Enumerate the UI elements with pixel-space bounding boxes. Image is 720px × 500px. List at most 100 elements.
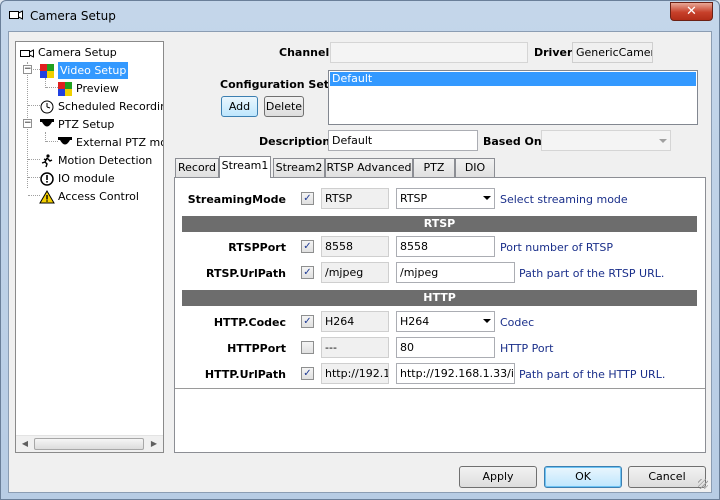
scroll-right-icon[interactable]: ▶: [146, 438, 162, 450]
tree-horizontal-scrollbar[interactable]: ◀ ▶: [16, 435, 163, 452]
tree-item-preview[interactable]: Preview: [57, 80, 119, 97]
scroll-thumb[interactable]: [34, 438, 144, 450]
close-button[interactable]: ✕: [670, 2, 713, 21]
video-grid-icon: [40, 63, 54, 78]
running-person-icon: [41, 153, 53, 167]
scroll-left-icon[interactable]: ◀: [17, 438, 33, 450]
tree-item-label: Video Setup: [58, 62, 129, 79]
rtsp-port-current: 8558: [321, 236, 389, 257]
http-port-checkbox[interactable]: [301, 341, 314, 354]
description-input[interactable]: Default: [328, 130, 478, 151]
http-section-header: HTTP: [182, 290, 697, 306]
tree-item-camera-setup[interactable]: Camera Setup: [19, 44, 117, 61]
tree-item-label: IO module: [58, 172, 115, 185]
based-on-label: Based On: [483, 135, 542, 148]
tab-record[interactable]: Record: [175, 158, 219, 177]
rtsp-urlpath-input[interactable]: /mjpeg: [396, 262, 515, 283]
tab-rtsp-advanced[interactable]: RTSP Advanced: [325, 158, 413, 177]
http-codec-label: HTTP.Codec: [213, 316, 286, 329]
exclamation-circle-icon: [40, 171, 54, 186]
list-item[interactable]: Default: [330, 72, 696, 86]
http-port-input[interactable]: 80: [396, 337, 495, 358]
cancel-button[interactable]: Cancel: [628, 466, 706, 488]
panel-divider: [175, 388, 705, 389]
http-codec-select[interactable]: H264: [396, 311, 495, 332]
tree-expander[interactable]: −: [23, 65, 32, 74]
http-port-label: HTTPPort: [227, 342, 286, 355]
tab-stream2[interactable]: Stream2: [273, 158, 325, 177]
tree-item-label: Motion Detection: [58, 154, 153, 167]
rtsp-urlpath-current: /mjpeg: [321, 262, 389, 283]
tree-item-scheduled-recording[interactable]: Scheduled Recording: [39, 98, 164, 115]
http-port-hint: HTTP Port: [500, 342, 554, 355]
tree-item-ptz-setup[interactable]: PTZ Setup: [39, 116, 114, 133]
tree-item-label: External PTZ module: [76, 136, 163, 149]
add-button[interactable]: Add: [221, 96, 258, 117]
streaming-mode-hint: Select streaming mode: [500, 193, 628, 206]
dome-camera-icon: [40, 118, 54, 126]
http-port-current: ---: [321, 337, 389, 358]
based-on-select[interactable]: [541, 130, 671, 151]
rtsp-port-hint: Port number of RTSP: [500, 241, 614, 254]
clock-icon: [40, 100, 54, 113]
camera-setup-window: Camera Setup ✕ − − Camera Setup Video Se…: [0, 0, 720, 500]
tree-item-external-ptz-module[interactable]: External PTZ module: [57, 134, 163, 151]
tree-expander[interactable]: −: [23, 119, 32, 128]
tree-item-io-module[interactable]: IO module: [39, 170, 115, 187]
streaming-mode-value: RTSP: [400, 192, 428, 205]
http-urlpath-hint: Path part of the HTTP URL.: [519, 368, 666, 381]
configuration-sets-label: Configuration Sets: [220, 78, 336, 91]
http-codec-checkbox[interactable]: ✓: [301, 315, 314, 328]
tree-item-label: PTZ Setup: [58, 118, 115, 131]
streaming-mode-label: StreamingMode: [187, 193, 286, 206]
http-codec-hint: Codec: [500, 316, 535, 329]
chevron-down-icon: [483, 196, 491, 200]
streaming-mode-current: RTSP: [321, 188, 389, 209]
http-urlpath-checkbox[interactable]: ✓: [301, 367, 314, 380]
tree-item-access-control[interactable]: Access Control: [39, 188, 139, 205]
window-title: Camera Setup: [30, 9, 116, 23]
channel-label: Channel: [279, 46, 330, 59]
description-label: Description: [259, 135, 331, 148]
camera-icon: [9, 10, 23, 20]
tab-ptz[interactable]: PTZ: [413, 158, 455, 177]
tree-item-video-setup[interactable]: Video Setup: [39, 62, 129, 79]
chevron-down-icon: [659, 139, 667, 143]
warning-triangle-icon: [39, 189, 55, 203]
apply-button[interactable]: Apply: [459, 466, 537, 488]
rtsp-urlpath-checkbox[interactable]: ✓: [301, 266, 314, 279]
rtsp-port-checkbox[interactable]: ✓: [301, 240, 314, 253]
chevron-down-icon: [483, 319, 491, 323]
http-urlpath-label: HTTP.UrlPath: [204, 368, 286, 381]
tree-item-label: Scheduled Recording: [58, 100, 164, 113]
streaming-mode-checkbox[interactable]: ✓: [301, 192, 314, 205]
dome-camera-icon: [58, 136, 72, 144]
rtsp-urlpath-label: RTSP.UrlPath: [205, 267, 286, 280]
tab-dio[interactable]: DIO: [455, 158, 495, 177]
http-codec-current: H264: [321, 311, 389, 332]
http-urlpath-current: http://192.16: [321, 363, 389, 384]
configuration-sets-list[interactable]: Default: [328, 70, 698, 125]
video-grid-icon: [58, 81, 72, 96]
rtsp-port-input[interactable]: 8558: [396, 236, 495, 257]
camera-icon: [20, 48, 34, 58]
rtsp-port-label: RTSPPort: [228, 241, 286, 254]
tree-item-label: Access Control: [58, 190, 139, 203]
http-urlpath-input[interactable]: http://192.168.1.33/ipc: [396, 363, 515, 384]
ok-button[interactable]: OK: [544, 466, 622, 488]
delete-button[interactable]: Delete: [264, 96, 304, 117]
tab-stream1[interactable]: Stream1: [219, 156, 271, 178]
rtsp-section-header: RTSP: [182, 216, 697, 232]
streaming-mode-select[interactable]: RTSP: [396, 188, 495, 209]
title-bar[interactable]: Camera Setup ✕: [1, 1, 719, 31]
tree-item-label: Camera Setup: [38, 46, 117, 59]
rtsp-urlpath-hint: Path part of the RTSP URL.: [519, 267, 665, 280]
resize-grip-icon[interactable]: [698, 479, 708, 489]
driver-field: GenericCamera: [572, 42, 653, 63]
dialog-client: − − Camera Setup Video Setup Preview Sch…: [8, 31, 712, 493]
setup-tree[interactable]: − − Camera Setup Video Setup Preview Sch…: [15, 41, 164, 453]
channel-field[interactable]: [330, 42, 528, 63]
stream1-panel: StreamingMode ✓ RTSP RTSP Select streami…: [174, 177, 706, 453]
tree-item-motion-detection[interactable]: Motion Detection: [39, 152, 152, 169]
tree-item-label: Preview: [76, 82, 119, 95]
